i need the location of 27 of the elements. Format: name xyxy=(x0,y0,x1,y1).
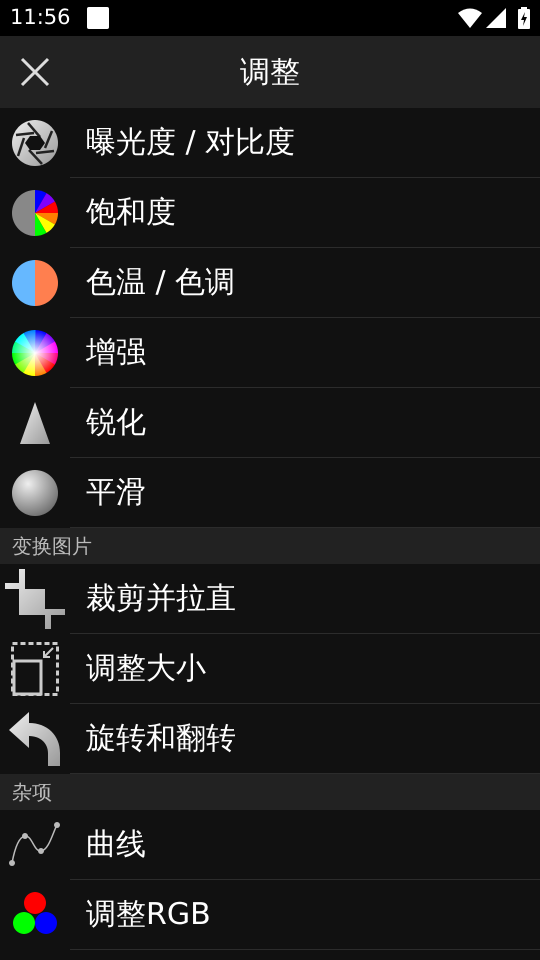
menu-item[interactable]: 饱和度 xyxy=(70,178,540,248)
signal-icon xyxy=(486,8,506,28)
menu-item[interactable]: 调整RGB xyxy=(70,880,540,950)
aperture-icon xyxy=(12,120,58,166)
back-arrow-icon xyxy=(9,712,61,766)
menu-item[interactable]: 色温 / 色调 xyxy=(70,248,540,318)
crop-icon xyxy=(5,569,65,629)
resize-icon xyxy=(11,642,59,696)
menu-item[interactable]: 裁剪并拉直 xyxy=(70,564,540,634)
menu-item[interactable]: 锐化 xyxy=(70,388,540,458)
menu-item[interactable]: 曝光度 / 对比度 xyxy=(70,108,540,178)
color-wheel-icon xyxy=(12,330,58,376)
menu-item[interactable]: 调整大小 xyxy=(70,634,540,704)
saturation-icon xyxy=(12,190,58,236)
screen-title: 调整 xyxy=(240,54,300,92)
wifi-icon xyxy=(458,8,482,28)
sphere-icon xyxy=(12,470,58,516)
status-time: 11:56 xyxy=(10,4,71,32)
battery-icon xyxy=(518,7,530,29)
menu-item[interactable]: 曲线 xyxy=(70,810,540,880)
notification-icon xyxy=(86,7,109,29)
section-header: 杂项 xyxy=(0,774,540,810)
close-icon xyxy=(20,57,50,87)
menu-item[interactable]: 增强 xyxy=(70,318,540,388)
section-header: 变换图片 xyxy=(0,528,540,564)
half-circle-icon xyxy=(12,260,58,306)
curve-icon xyxy=(9,822,61,868)
